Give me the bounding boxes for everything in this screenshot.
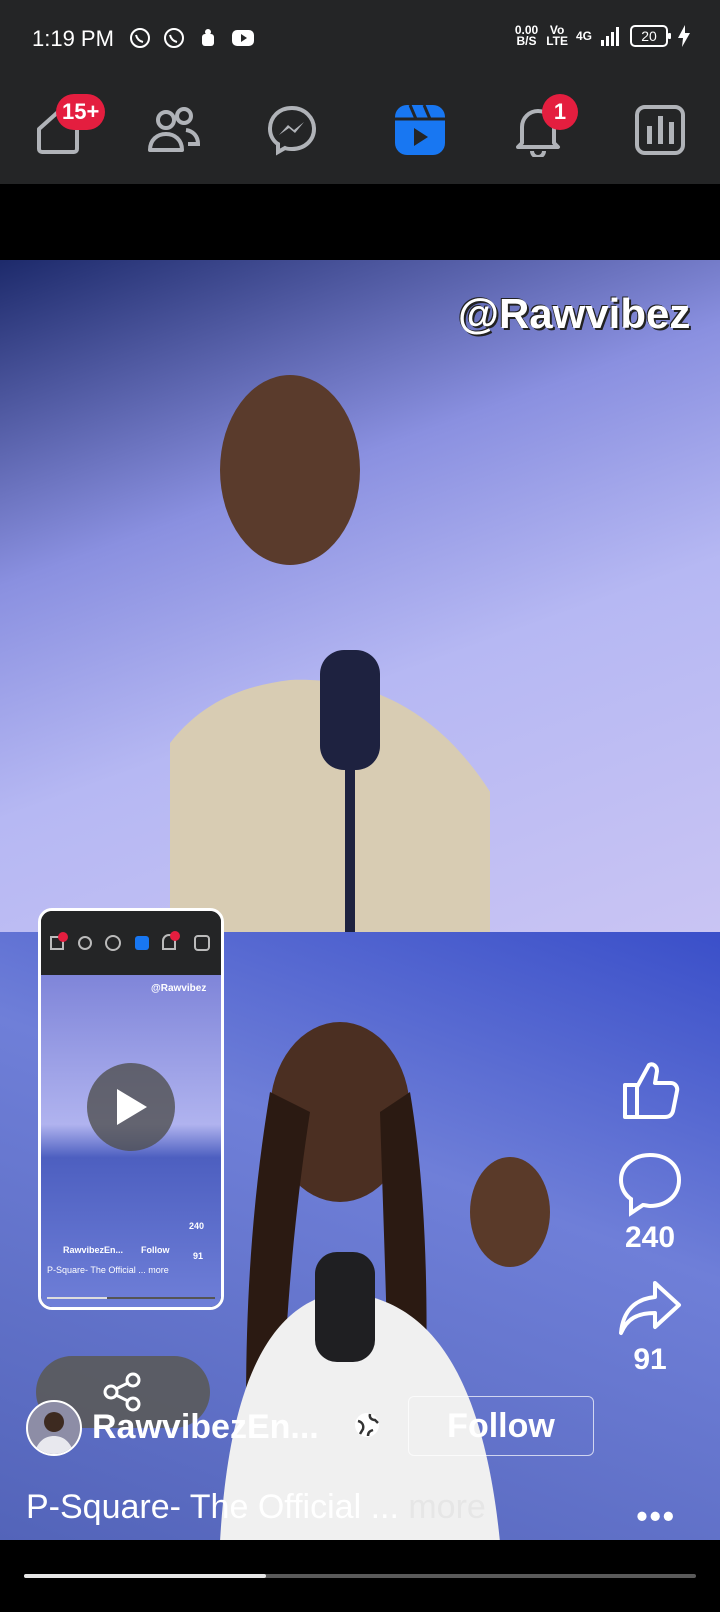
like-action[interactable] [615, 1055, 685, 1127]
pip-nav-icons [50, 931, 210, 951]
youtube-icon [232, 30, 254, 46]
author-avatar[interactable] [26, 1400, 82, 1456]
play-icon [117, 1089, 147, 1125]
notifications-badge: 1 [542, 94, 578, 130]
top-nav-bar: 15+ 1 [0, 80, 720, 184]
comment-action[interactable]: 240 [615, 1149, 685, 1255]
nav-messenger[interactable] [260, 98, 324, 162]
nav-home[interactable]: 15+ [26, 94, 106, 162]
volte-indicator: Vo LTE [546, 23, 568, 48]
whatsapp-business-icon [164, 28, 184, 48]
video-frame-top: @Rawvibez [0, 260, 720, 932]
friends-icon [148, 107, 201, 152]
charging-icon [678, 25, 690, 47]
speaker-man-figure [170, 375, 490, 932]
pip-author: RawvibezEn... [63, 1245, 124, 1255]
pip-watermark: @Rawvibez [151, 983, 207, 994]
status-time: 1:19 PM [32, 26, 114, 51]
share-arrow-icon [619, 1281, 681, 1335]
video-caption[interactable]: P-Square- The Official ... more [26, 1488, 486, 1527]
nav-notifications[interactable]: 1 [506, 94, 578, 162]
network-generation: 4G [575, 28, 592, 43]
video-watermark: @Rawvibez [458, 290, 691, 337]
pip-comment-count: 240 [189, 1221, 205, 1231]
pip-play-button[interactable] [87, 1063, 175, 1151]
network-speed: 0.00 B/S [514, 23, 539, 48]
nav-video[interactable] [388, 98, 452, 162]
pip-caption: P-Square- The Official ... more [47, 1265, 169, 1275]
home-badge: 15+ [56, 94, 106, 130]
signal-icon [601, 27, 619, 46]
nav-friends[interactable] [142, 98, 206, 162]
nav-dashboard[interactable] [628, 98, 692, 162]
status-app-icons [128, 26, 256, 50]
like-icon [623, 1062, 680, 1119]
status-bar: 1:19 PM 0.00 B/S Vo LTE 4G 20 [0, 0, 720, 80]
singer-woman-figure [220, 1022, 550, 1540]
status-right: 0.00 B/S Vo LTE 4G 20 [515, 24, 692, 48]
share-count: 91 [633, 1343, 667, 1376]
caption-text: P-Square- The Official ... [26, 1488, 399, 1526]
messenger-icon [267, 105, 317, 156]
pip-share-count: 91 [193, 1251, 204, 1261]
author-name[interactable]: RawvibezEn... [92, 1408, 319, 1447]
pip-progress [47, 1297, 215, 1299]
battery-indicator: 20 [630, 25, 671, 47]
reel-actions: 240 91 [610, 1055, 690, 1399]
more-options-button[interactable]: ••• [636, 1498, 676, 1535]
video-letterbox [0, 184, 720, 260]
picture-in-picture-player[interactable]: @Rawvibez 240 91 RawvibezEn... Follow P-… [38, 908, 224, 1310]
video-progress-bar[interactable] [24, 1574, 696, 1578]
pip-header [41, 911, 221, 975]
whatsapp-icon [130, 28, 150, 48]
video-reels-icon [395, 104, 445, 155]
share-action[interactable]: 91 [615, 1277, 685, 1377]
author-row: RawvibezEn... Follow [26, 1396, 646, 1456]
video-progress-fill [24, 1574, 266, 1578]
android-debug-icon [202, 29, 214, 46]
dashboard-icon [635, 105, 685, 155]
follow-button[interactable]: Follow [408, 1396, 594, 1456]
caption-more-link[interactable]: more [408, 1488, 485, 1526]
comment-icon [618, 1152, 682, 1217]
pip-follow: Follow [141, 1245, 170, 1255]
globe-icon [355, 1413, 379, 1437]
comment-count: 240 [624, 1221, 676, 1254]
